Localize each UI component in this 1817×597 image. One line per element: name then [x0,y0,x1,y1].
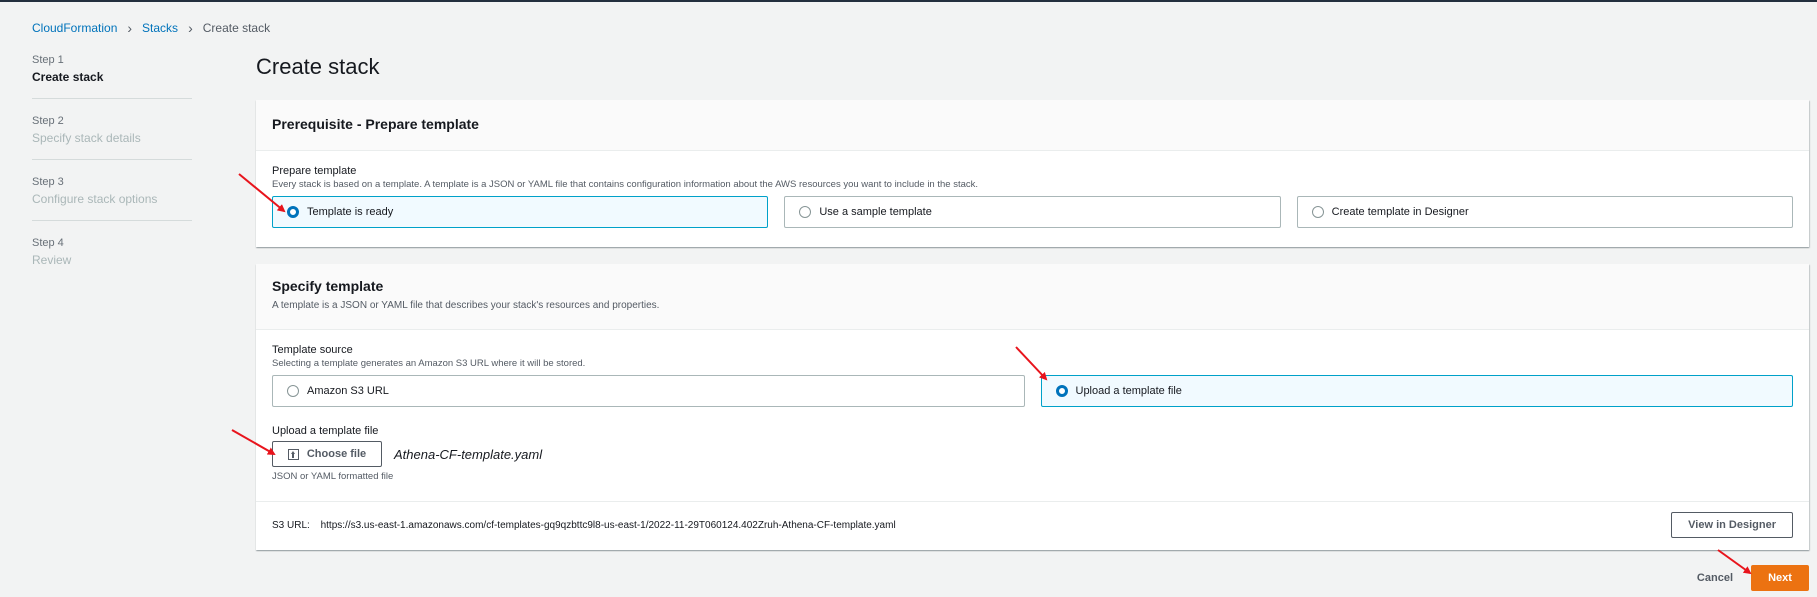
chevron-right-icon: › [127,20,133,36]
panel-description: A template is a JSON or YAML file that d… [272,300,660,311]
upload-icon [287,448,299,460]
specify-template-panel: Specify template A template is a JSON or… [256,264,1809,550]
choose-file-label: Choose file [306,448,367,460]
s3-url-row: S3 URL: https://s3.us-east-1.amazonaws.c… [256,501,1809,548]
panel-body: Template source Selecting a template gen… [256,330,1809,501]
s3-url-label: S3 URL: [272,519,310,531]
s3-url-value: https://s3.us-east-1.amazonaws.com/cf-te… [320,519,896,531]
page-title: Create stack [256,54,380,79]
option-use-sample-template[interactable]: Use a sample template [784,196,1281,228]
option-create-in-designer[interactable]: Create template in Designer [1296,196,1793,228]
upload-file-label: Upload a template file [272,425,379,437]
step-name: Create stack [32,70,104,84]
radio-icon[interactable] [1311,206,1324,218]
option-label: Create template in Designer [1331,206,1469,218]
step-number: Step 1 [32,54,64,66]
wizard-step-4: Step 4 Review [32,235,192,281]
step-name: Configure stack options [32,192,158,206]
template-source-label: Template source [272,344,353,356]
panel-header: Prerequisite - Prepare template [256,100,1809,151]
breadcrumb: CloudFormation › Stacks › Create stack [32,20,270,36]
radio-selected-icon[interactable] [1055,385,1068,397]
panel-body: Prepare template Every stack is based on… [256,151,1809,242]
radio-icon[interactable] [287,385,299,397]
option-upload-template-file[interactable]: Upload a template file [1040,375,1793,407]
option-label: Use a sample template [819,206,932,218]
view-in-designer-button[interactable]: View in Designer [1671,512,1793,538]
step-name: Specify stack details [32,131,141,145]
wizard-steps: Step 1 Create stack Step 2 Specify stack… [32,52,192,295]
next-button[interactable]: Next [1751,565,1809,591]
wizard-actions: Cancel Next [1697,565,1809,591]
choose-file-button[interactable]: Choose file [272,441,382,467]
option-amazon-s3-url[interactable]: Amazon S3 URL [272,375,1025,407]
prepare-template-description: Every stack is based on a template. A te… [272,179,979,190]
option-label: Template is ready [307,206,394,218]
panel-heading: Specify template [272,278,384,294]
prepare-template-options: Template is ready Use a sample template … [272,196,1793,228]
option-label: Amazon S3 URL [307,385,389,397]
step-name: Review [32,253,72,267]
step-number: Step 2 [32,115,64,127]
step-number: Step 3 [32,176,64,188]
upload-row: Choose file Athena-CF-template.yaml [272,441,1793,467]
radio-icon[interactable] [799,206,812,218]
selected-file-name: Athena-CF-template.yaml [394,446,543,462]
breadcrumb-stacks[interactable]: Stacks [142,21,178,35]
template-source-description: Selecting a template generates an Amazon… [272,358,586,369]
chevron-right-icon: › [188,20,193,36]
template-source-options: Amazon S3 URL Upload a template file [272,375,1793,407]
upload-hint: JSON or YAML formatted file [272,471,394,482]
cancel-button[interactable]: Cancel [1697,572,1733,584]
panel-heading: Prerequisite - Prepare template [272,116,479,132]
panel-header: Specify template A template is a JSON or… [256,264,1809,330]
breadcrumb-cloudformation[interactable]: CloudFormation [32,21,117,35]
prerequisite-panel: Prerequisite - Prepare template Prepare … [256,100,1809,247]
wizard-step-2: Step 2 Specify stack details [32,113,192,160]
wizard-step-3: Step 3 Configure stack options [32,174,192,221]
step-number: Step 4 [32,237,64,249]
radio-selected-icon[interactable] [287,206,299,218]
option-label: Upload a template file [1075,385,1182,397]
breadcrumb-current: Create stack [202,21,271,35]
prepare-template-label: Prepare template [272,165,357,177]
wizard-step-1: Step 1 Create stack [32,52,192,99]
option-template-is-ready[interactable]: Template is ready [272,196,769,228]
